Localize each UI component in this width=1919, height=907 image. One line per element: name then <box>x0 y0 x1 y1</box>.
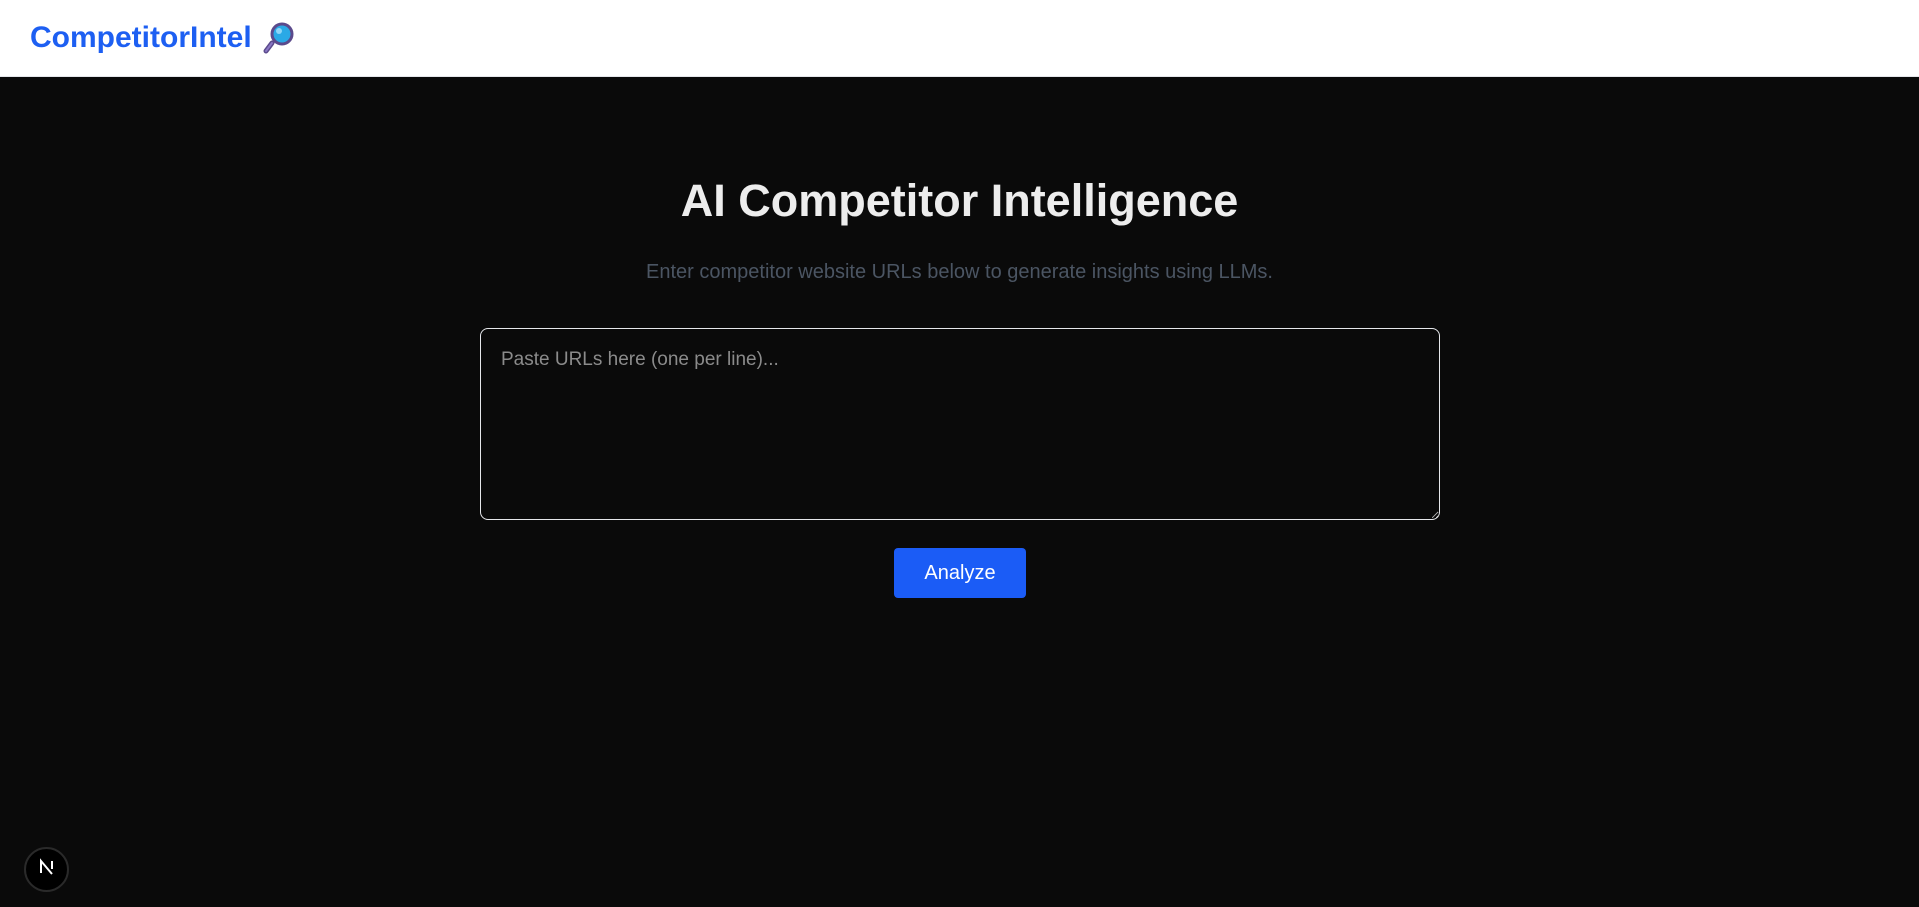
page-title: AI Competitor Intelligence <box>680 175 1239 226</box>
urls-textarea[interactable] <box>480 328 1440 520</box>
main-content: AI Competitor Intelligence Enter competi… <box>0 77 1919 907</box>
magnifying-glass-icon <box>262 21 296 55</box>
navbar: CompetitorIntel <box>0 0 1919 77</box>
nextjs-dev-indicator[interactable] <box>24 847 69 892</box>
analyze-button[interactable]: Analyze <box>894 548 1026 598</box>
brand-text: CompetitorIntel <box>30 21 252 54</box>
nextjs-icon <box>36 856 58 883</box>
page-subtitle: Enter competitor website URLs below to g… <box>646 261 1273 283</box>
brand-link[interactable]: CompetitorIntel <box>30 21 296 55</box>
